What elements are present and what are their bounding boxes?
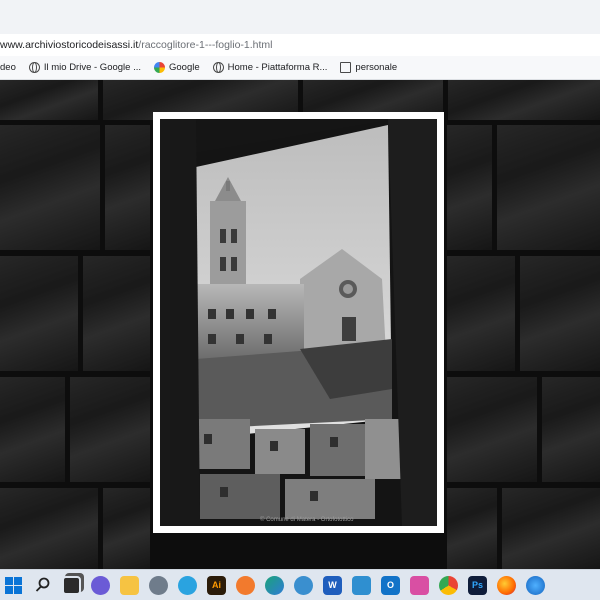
bookmark-google-drive[interactable]: Il mio Drive - Google ...: [28, 62, 141, 73]
photo-caption: © Comune di Matera - Ortofotottico: [260, 517, 354, 523]
bookmark-video[interactable]: deo: [0, 62, 16, 73]
windows-start-icon[interactable]: [4, 576, 23, 595]
telegram-icon[interactable]: [178, 575, 197, 595]
file-explorer-icon[interactable]: [120, 575, 139, 595]
google-icon: [154, 62, 165, 73]
bookmark-piattaforma[interactable]: Home - Piattaforma R...: [212, 62, 328, 73]
task-view-icon[interactable]: [62, 575, 81, 595]
search-icon[interactable]: [33, 576, 52, 595]
chrome-icon[interactable]: [439, 575, 458, 595]
page-content: © Comune di Matera - Ortofotottico: [0, 80, 600, 569]
word-icon[interactable]: W: [323, 575, 342, 595]
url-path: /raccoglitore-1---foglio-1.html: [138, 39, 273, 51]
photoshop-icon[interactable]: Ps: [468, 575, 487, 595]
media-player-icon[interactable]: [236, 575, 255, 595]
folder-icon: [340, 62, 352, 73]
browser-top-strip: [0, 0, 600, 34]
windows-taskbar: Ai W O Ps: [0, 569, 600, 600]
bookmark-label: Google: [169, 62, 200, 73]
bookmark-label: Home - Piattaforma R...: [227, 62, 328, 73]
cathedral-photo-illustration: [160, 119, 437, 526]
settings-icon[interactable]: [149, 575, 168, 595]
globe-icon: [28, 62, 40, 73]
illustrator-icon[interactable]: Ai: [207, 575, 226, 595]
lightbox-photo-frame: © Comune di Matera - Ortofotottico: [153, 112, 444, 533]
app-icon[interactable]: [294, 575, 313, 595]
bookmarks-bar: deo Il mio Drive - Google ... Google Hom…: [0, 56, 600, 80]
url-host: www.archiviostoricodeisassi.it: [0, 39, 139, 51]
calculator-icon[interactable]: [352, 575, 371, 595]
web-browser-icon[interactable]: [526, 575, 545, 595]
edge-icon[interactable]: [265, 575, 284, 595]
cathedral-photo: © Comune di Matera - Ortofotottico: [160, 119, 437, 526]
bookmark-google[interactable]: Google: [154, 62, 200, 73]
firefox-icon[interactable]: [497, 575, 516, 595]
bookmark-label: Il mio Drive - Google ...: [43, 62, 141, 73]
address-bar[interactable]: www.archiviostoricodeisassi.it/raccoglit…: [0, 34, 600, 56]
paint-icon[interactable]: [410, 575, 429, 595]
teams-icon[interactable]: [91, 575, 110, 595]
bookmark-folder-personale[interactable]: personale: [340, 62, 397, 73]
bookmark-label: personale: [355, 62, 398, 73]
globe-icon: [212, 62, 224, 73]
bookmark-label: deo: [0, 62, 16, 73]
outlook-icon[interactable]: O: [381, 575, 400, 595]
